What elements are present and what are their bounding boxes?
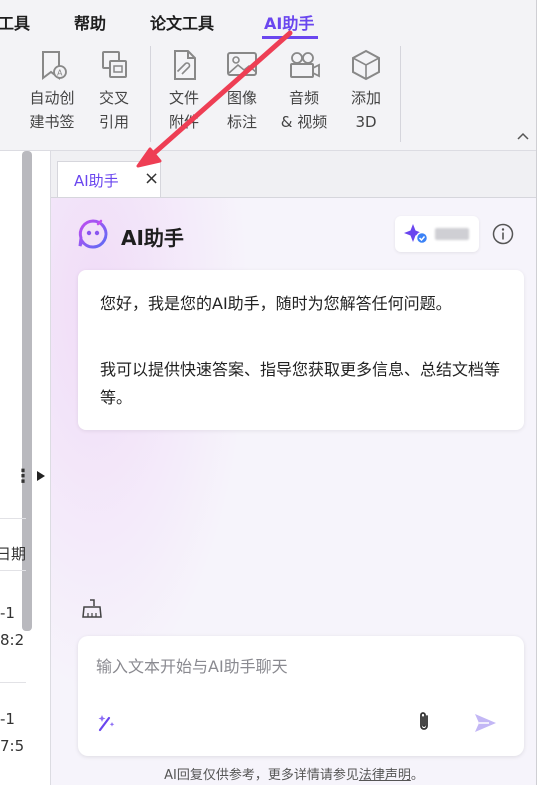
ribbon-divider [150,46,151,142]
menu-bar: 工具 帮助 论文工具 AI助手 [0,0,537,40]
collapse-ribbon-icon[interactable] [517,132,529,140]
disclaimer-text: AI回复仅供参考，更多详情请参见 [164,768,359,783]
bookmark-label: 签 [0,86,18,110]
panel-title: AI助手 [121,226,184,250]
disclaimer: AI回复仅供参考，更多详情请参见法律声明。 [51,764,537,783]
list-item-time: 7:5 [0,737,25,755]
cross-reference-button[interactable]: 交叉 引用 [84,48,144,134]
tab-close-icon[interactable]: × [144,168,159,189]
ribbon-divider [400,46,401,142]
image-annotation-label-2: 标注 [226,113,257,131]
left-pane-more-icon[interactable]: ⋮ [14,466,32,487]
tab-label: AI助手 [74,172,119,190]
capabilities-text: 我可以提供快速答案、指导您获取更多信息、总结文档等等。 [100,360,501,407]
bookmark-button[interactable]: 签 [0,48,18,110]
info-icon[interactable] [492,223,514,245]
file-attachment-icon [174,50,196,80]
audio-video-label-1: 音频 [288,89,319,107]
greeting-text: 您好，我是您的AI助手，随时为您解答任何问题。 [100,294,452,313]
svg-text:A: A [57,69,63,78]
divider [0,682,26,683]
list-item-date: -1 [0,604,15,622]
audio-video-button[interactable]: 音频 & 视频 [274,48,334,134]
auto-bookmark-label-1: 自动创 [29,89,75,107]
tab-bar: AI助手 × [51,151,537,198]
file-attachment-label-1: 文件 [168,89,199,107]
menu-help[interactable]: 帮助 [74,10,106,34]
add-3d-label-2: 3D [355,113,377,131]
bookmark-icon [0,48,5,82]
add-3d-button[interactable]: 添加 3D [336,48,396,134]
auto-bookmark-icon: A [42,51,67,80]
cross-reference-icon [102,51,127,78]
cross-reference-label-1: 交叉 [98,89,129,107]
sparkle-badge-icon [404,224,429,245]
menu-paper-tools[interactable]: 论文工具 [150,10,214,34]
image-annotation-label-1: 图像 [226,89,257,107]
legal-notice-link[interactable]: 法律声明 [359,768,411,783]
chat-input-box [78,636,524,756]
active-menu-indicator [262,36,318,39]
add-3d-icon [352,49,380,81]
send-icon[interactable] [472,710,498,736]
greeting-message-card: 您好，我是您的AI助手，随时为您解答任何问题。 我可以提供快速答案、指导您获取更… [78,270,524,430]
date-column-header: 日期 [0,545,27,563]
cross-reference-label-2: 引用 [98,113,129,131]
audio-video-icon [290,52,320,78]
image-annotation-button[interactable]: 图像 标注 [212,48,272,134]
auto-bookmark-label-2: 建书签 [29,113,75,131]
auto-bookmark-button[interactable]: A 自动创 建书签 [22,48,82,134]
expand-pane-icon[interactable] [36,470,46,482]
divider [0,570,26,571]
list-item-date: -1 [0,710,15,728]
divider [0,518,26,519]
audio-video-label-2: & 视频 [280,113,328,131]
chat-input[interactable] [94,650,512,682]
model-selector[interactable] [395,216,479,252]
menu-ai-assistant[interactable]: AI助手 [264,10,314,34]
ai-assistant-logo-icon [78,219,108,249]
list-item-time: 8:2 [0,631,25,649]
add-3d-label-1: 添加 [350,89,381,107]
paperclip-icon[interactable] [412,710,436,734]
disclaimer-end: 。 [410,768,424,783]
file-attachment-button[interactable]: 文件 附件 [154,48,214,134]
tab-ai-assistant[interactable]: AI助手 × [57,161,161,197]
ai-assistant-panel: AI助手 您好，我是您的AI助手，随时为您解答任何问题。 我可以提供快速答案、指… [51,198,537,785]
menu-tools[interactable]: 工具 [0,10,30,34]
magic-wand-icon[interactable] [94,710,118,734]
file-attachment-label-2: 附件 [168,113,199,131]
image-annotation-icon [227,52,257,76]
clear-chat-icon[interactable] [81,598,103,620]
model-name-redacted [435,228,469,240]
ribbon-toolbar: 签 A 自动创 建书签 交叉 引用 文件 附件 [0,40,537,151]
